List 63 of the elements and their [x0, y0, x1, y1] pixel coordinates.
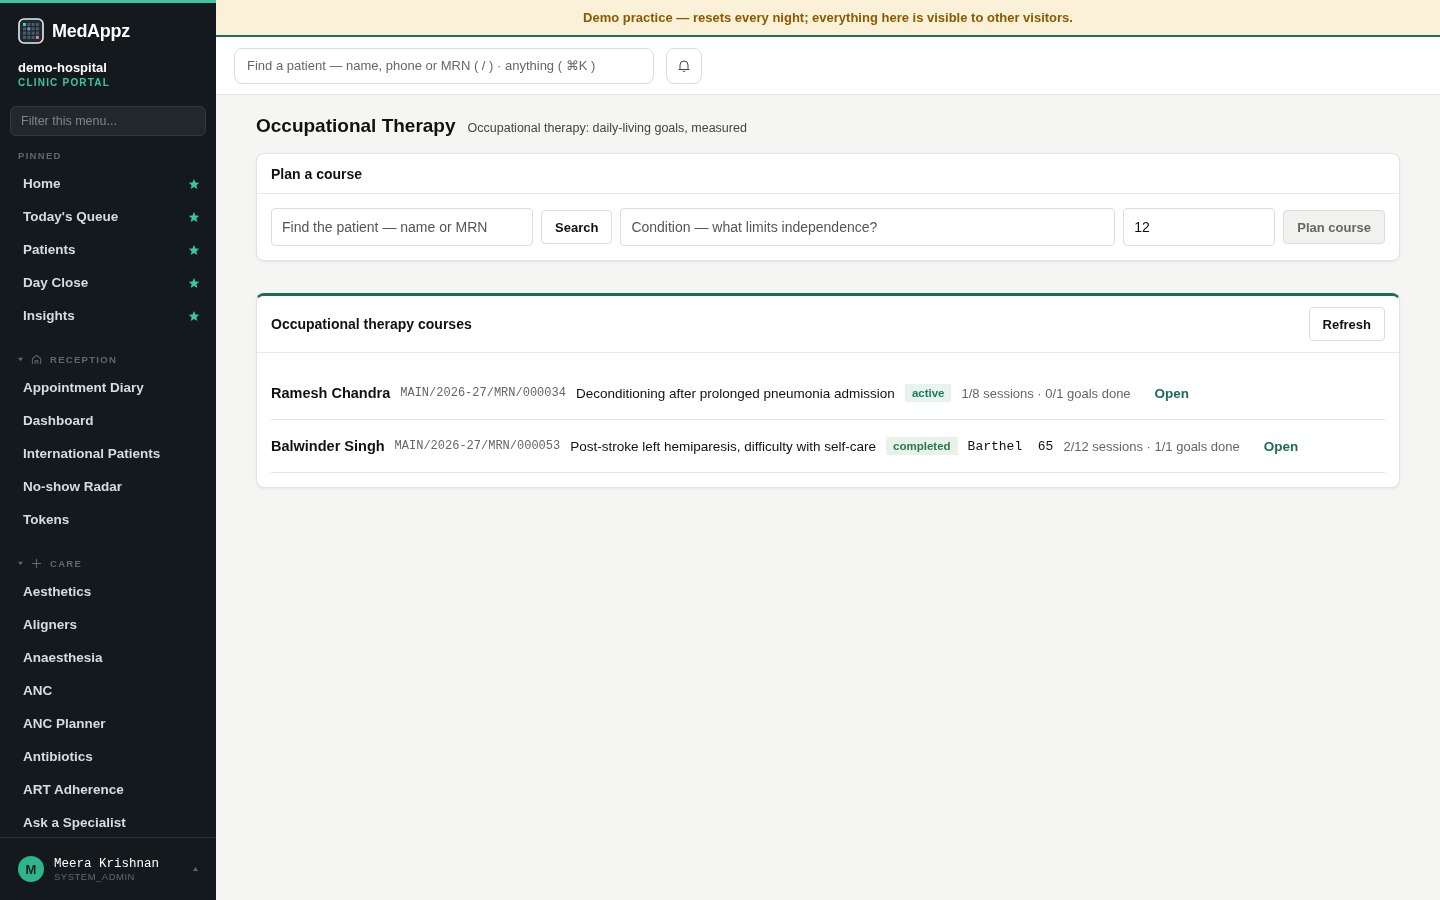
open-link[interactable]: Open	[1263, 438, 1299, 454]
progress-text: 2/12 sessions · 1/1 goals done	[1063, 438, 1240, 454]
caret-icon[interactable]	[193, 867, 198, 871]
condition-text: Deconditioning after prolonged pneumonia admission	[575, 385, 895, 401]
sidebar-item[interactable]: Ask a Specialist	[0, 806, 216, 837]
portal-label: CLINIC PORTAL	[17, 76, 112, 88]
patient-search-field[interactable]: Find a patient — name, phone or MRN ( / ) · anything ( ⌘K )	[234, 47, 654, 84]
sidebar-item[interactable]: Day Close	[0, 266, 216, 299]
star-icon[interactable]	[188, 276, 200, 289]
mrn-text: MAIN/2026-27/MRN/000034	[400, 386, 566, 400]
sidebar-item[interactable]: Anaesthesia	[0, 641, 216, 674]
house-icon	[31, 354, 42, 365]
sidebar-item[interactable]: ANC	[0, 674, 216, 707]
status-badge: completed	[886, 437, 958, 455]
sidebar-item[interactable]: Aesthetics	[0, 575, 216, 608]
org-name: demo-hospital	[17, 59, 108, 75]
star-icon[interactable]	[188, 210, 200, 223]
open-link[interactable]: Open	[1154, 385, 1190, 401]
notifications-button[interactable]	[666, 47, 702, 84]
avatar: M	[18, 856, 44, 882]
refresh-button[interactable]: Refresh	[1308, 307, 1385, 341]
plus-icon	[31, 558, 42, 569]
sessions-field[interactable]: 12	[1123, 208, 1276, 246]
user-role: SYSTEM_ADMIN	[54, 870, 136, 882]
patient-name: Balwinder Singh	[271, 438, 385, 454]
score-text: Barthel 65	[967, 438, 1054, 454]
sidebar-item[interactable]: Tokens	[0, 503, 216, 536]
patient-name: Ramesh Chandra	[271, 385, 391, 401]
logo-icon	[18, 18, 44, 44]
mrn-text: MAIN/2026-27/MRN/000053	[394, 439, 561, 453]
sidebar-item[interactable]: Aligners	[0, 608, 216, 641]
section-heading: PINNED	[17, 150, 63, 161]
card-title: Plan a course	[271, 165, 363, 182]
sidebar-item[interactable]: Today's Queue	[0, 200, 216, 233]
card-title: Occupational therapy courses	[271, 316, 472, 332]
patient-field[interactable]: Find the patient — name or MRN	[271, 208, 533, 246]
sidebar-item[interactable]: International Patients	[0, 437, 216, 470]
menu-filter-field[interactable]: Filter this menu...	[10, 106, 206, 136]
bell-icon	[678, 59, 690, 72]
page-subtitle: Occupational therapy: daily-living goals, measured	[467, 121, 747, 135]
progress-text: 1/8 sessions · 0/1 goals done	[961, 385, 1131, 401]
star-icon[interactable]	[188, 309, 200, 322]
star-icon[interactable]	[188, 177, 200, 190]
caret-icon[interactable]	[18, 561, 23, 566]
sidebar-item[interactable]: Home	[0, 167, 216, 200]
sidebar-item[interactable]: Insights	[0, 299, 216, 332]
brand-name: MedAppz	[52, 20, 130, 42]
demo-banner: Demo practice — resets every night; everything here is visible to other visitors.	[216, 0, 1440, 37]
sidebar-item[interactable]: Patients	[0, 233, 216, 266]
sidebar-item[interactable]: No-show Radar	[0, 470, 216, 503]
condition-text: Post-stroke left hemiparesis, difficulty with self-care	[570, 438, 877, 454]
condition-field[interactable]: Condition — what limits independence?	[620, 208, 1116, 246]
user-name: Meera Krishnan	[54, 856, 161, 871]
page-title: Occupational Therapy	[256, 115, 456, 137]
star-icon[interactable]	[188, 243, 200, 256]
sidebar-item[interactable]: Antibiotics	[0, 740, 216, 773]
sidebar-item[interactable]: ART Adherence	[0, 773, 216, 806]
sidebar-item[interactable]: ANC Planner	[0, 707, 216, 740]
sidebar-item[interactable]: Appointment Diary	[0, 371, 216, 404]
caret-icon[interactable]	[18, 357, 23, 362]
search-button[interactable]: Search	[541, 210, 613, 244]
status-badge: active	[904, 384, 952, 402]
sidebar-item[interactable]: Dashboard	[0, 404, 216, 437]
